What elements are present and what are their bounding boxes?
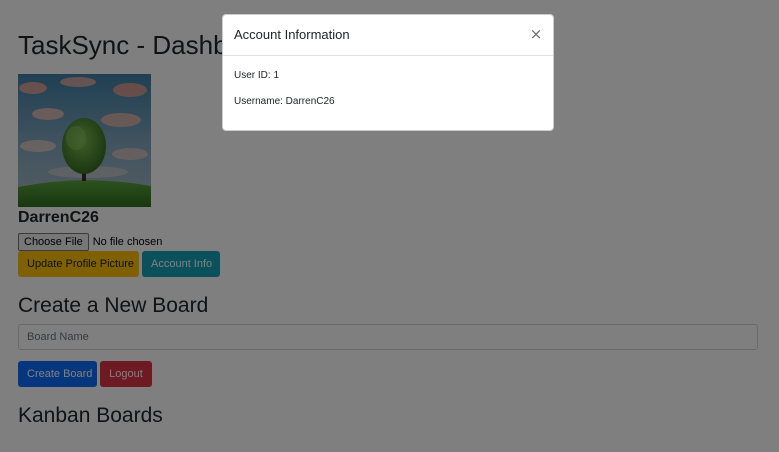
user-id-text: User ID: 1 <box>234 70 280 81</box>
dashboard-page: TaskSync - Dashboard <box>0 0 779 452</box>
account-information-modal: Account Information × User ID: 1 Usernam… <box>222 14 554 131</box>
close-icon[interactable]: × <box>527 24 545 44</box>
modal-header: Account Information × <box>223 15 553 56</box>
modal-title: Account Information <box>234 27 350 42</box>
username-text: Username: DarrenC26 <box>234 96 335 107</box>
